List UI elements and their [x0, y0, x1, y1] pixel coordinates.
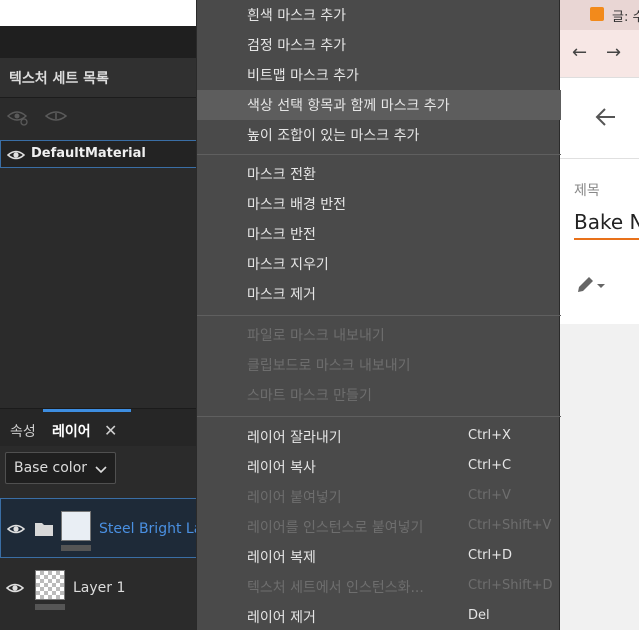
title-field-label: 제목 — [574, 183, 600, 199]
menu-item[interactable]: 마스크 전환 — [197, 159, 561, 189]
texture-set-list-title: 텍스처 세트 목록 — [9, 71, 109, 87]
texture-set-toolbar — [0, 98, 196, 136]
top-toolbar-strip — [0, 26, 196, 58]
menu-item: 레이어 붙여넣기 Ctrl+V — [197, 482, 561, 512]
browser-forward-icon[interactable]: → — [606, 42, 621, 63]
layer-context-menu: 흰색 마스크 추가검정 마스크 추가비트맵 마스크 추가색상 선택 항목과 함께… — [196, 0, 561, 630]
menu-item-label: 파일로 마스크 내보내기 — [247, 328, 385, 344]
browser-back-icon[interactable]: ← — [572, 42, 587, 63]
menu-item-label: 레이어 잘라내기 — [247, 430, 342, 446]
menu-item-label: 비트맵 마스크 추가 — [247, 68, 359, 84]
title-field-underline — [574, 238, 639, 240]
layer-thumbnail — [35, 570, 65, 600]
panel-tabbar: 속성 레이어 ✕ — [0, 408, 196, 446]
menu-item[interactable]: 마스크 반전 — [197, 219, 561, 249]
menu-item-shortcut: Ctrl+D — [468, 548, 513, 563]
browser-nav-bar: ← → — [560, 30, 639, 78]
screen: 텍스처 세트 목록 DefaultMaterial 속성 레이어 ✕ Base … — [0, 0, 639, 630]
menu-item[interactable]: 높이 조합이 있는 마스크 추가 — [197, 120, 561, 150]
menu-separator — [197, 154, 561, 155]
menu-item[interactable]: 마스크 지우기 — [197, 249, 561, 279]
folder-icon — [34, 521, 54, 541]
menu-item: 텍스처 세트에서 인스턴스화... Ctrl+Shift+D — [197, 572, 561, 602]
menu-item[interactable]: 비트맵 마스크 추가 — [197, 60, 561, 90]
channel-select[interactable]: Base color — [5, 452, 116, 484]
blogger-favicon-icon — [590, 7, 604, 21]
pencil-dropdown-icon[interactable] — [576, 274, 606, 298]
menu-item-label: 클립보드로 마스크 내보내기 — [247, 358, 411, 374]
menu-item-shortcut: Ctrl+C — [468, 458, 512, 473]
menu-item-label: 색상 선택 항목과 함께 마스크 추가 — [247, 98, 450, 114]
eye-icon[interactable] — [5, 580, 25, 599]
layer-name[interactable]: Steel Bright Lay — [99, 521, 211, 537]
layer-row[interactable]: Layer 1 — [0, 558, 196, 618]
menu-item: 스마트 마스크 만들기 — [197, 380, 561, 410]
eye-icon[interactable] — [6, 147, 26, 166]
menu-item-label: 마스크 지우기 — [247, 257, 329, 273]
menu-item-label: 레이어 복제 — [247, 550, 316, 566]
editor-body: 제목 Bake N — [560, 78, 639, 324]
menu-item[interactable]: 레이어 제거 Del — [197, 602, 561, 630]
close-icon[interactable]: ✕ — [104, 421, 117, 440]
menu-item-label: 텍스처 세트에서 인스턴스화... — [247, 580, 424, 596]
layer-row[interactable]: Steel Bright Lay — [0, 498, 211, 558]
layer-mask-bar — [35, 604, 65, 610]
menu-item-shortcut: Ctrl+V — [468, 488, 511, 503]
menu-item-label: 레이어 복사 — [247, 460, 316, 476]
browser-tab[interactable]: 글: 수 — [560, 0, 639, 30]
left-panel: 텍스처 세트 목록 DefaultMaterial 속성 레이어 ✕ Base … — [0, 0, 211, 630]
menu-item-label: 스마트 마스크 만들기 — [247, 388, 372, 404]
menu-item: 레이어를 인스턴스로 붙여넣기 Ctrl+Shift+V — [197, 512, 561, 542]
layer-mask-bar — [61, 545, 91, 551]
tab-properties[interactable]: 속성 — [10, 421, 36, 441]
menu-separator — [197, 416, 561, 417]
menu-item-label: 마스크 제거 — [247, 287, 316, 303]
visibility-settings-icon[interactable] — [6, 108, 29, 130]
menu-item-label: 레이어 붙여넣기 — [247, 490, 342, 506]
menu-item-label: 마스크 전환 — [247, 167, 316, 183]
menu-item[interactable]: 마스크 배경 반전 — [197, 189, 561, 219]
active-tab-indicator — [43, 409, 131, 412]
menu-item-shortcut: Ctrl+X — [468, 428, 511, 443]
menu-item-shortcut: Del — [468, 608, 490, 623]
menu-item-label: 높이 조합이 있는 마스크 추가 — [247, 128, 420, 144]
channel-select-value: Base color — [14, 460, 88, 476]
chevron-down-icon — [94, 461, 108, 480]
editor-lower-area — [560, 324, 639, 630]
menu-item-label: 레이어를 인스턴스로 붙여넣기 — [247, 520, 424, 536]
layer-stack: Steel Bright Lay Layer 1 — [0, 492, 211, 630]
menu-item[interactable]: 흰색 마스크 추가 — [197, 0, 561, 30]
title-field-input[interactable]: Bake N — [574, 210, 639, 234]
texture-set-item[interactable]: DefaultMaterial — [0, 140, 196, 168]
divider — [560, 158, 639, 159]
layer-name[interactable]: Layer 1 — [73, 580, 125, 596]
menu-item-shortcut: Ctrl+Shift+D — [468, 578, 553, 593]
menu-item[interactable]: 레이어 잘라내기 Ctrl+X — [197, 422, 561, 452]
menu-item: 파일로 마스크 내보내기 — [197, 320, 561, 350]
menu-item[interactable]: 마스크 제거 — [197, 279, 561, 309]
menu-item-label: 검정 마스크 추가 — [247, 38, 347, 54]
menu-item[interactable]: 검정 마스크 추가 — [197, 30, 561, 60]
menu-item-label: 마스크 배경 반전 — [247, 197, 347, 213]
layer-thumbnail — [61, 511, 91, 541]
browser-tab-title: 글: 수 — [612, 10, 639, 25]
menu-item-label: 레이어 제거 — [247, 610, 316, 626]
browser-panel: 글: 수 ← → 제목 Bake N — [560, 0, 639, 630]
menu-item: 클립보드로 마스크 내보내기 — [197, 350, 561, 380]
eye-info-icon[interactable] — [44, 108, 68, 130]
tab-layers[interactable]: 레이어 — [52, 421, 91, 441]
menu-item-label: 흰색 마스크 추가 — [247, 8, 347, 24]
menu-separator — [197, 315, 561, 316]
texture-set-name: DefaultMaterial — [31, 146, 146, 161]
arrow-left-icon[interactable] — [595, 106, 617, 132]
menu-item-shortcut: Ctrl+Shift+V — [468, 518, 552, 533]
menu-item[interactable]: 레이어 복제 Ctrl+D — [197, 542, 561, 572]
menu-item-label: 마스크 반전 — [247, 227, 316, 243]
menu-item[interactable]: 레이어 복사 Ctrl+C — [197, 452, 561, 482]
texture-set-list-header: 텍스처 세트 목록 — [0, 58, 196, 98]
menu-item[interactable]: 색상 선택 항목과 함께 마스크 추가 — [197, 90, 561, 120]
texture-set-list-empty-area — [0, 168, 196, 408]
top-white-strip — [0, 0, 196, 26]
eye-icon[interactable] — [6, 521, 26, 540]
